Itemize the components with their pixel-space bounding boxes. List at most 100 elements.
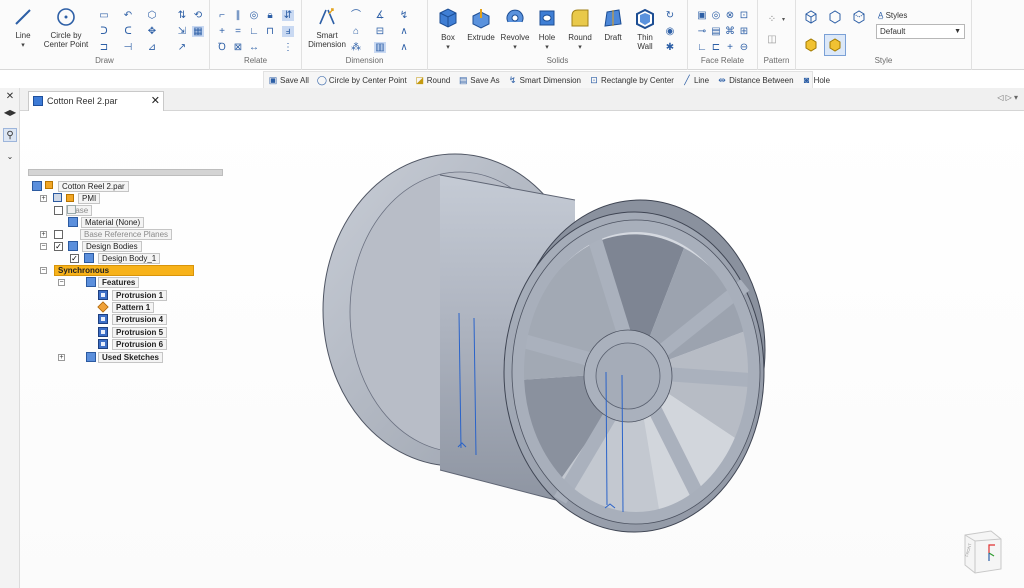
- qat-save-as[interactable]: ▤ Save As: [454, 75, 503, 85]
- cotton-reel-model[interactable]: [20, 111, 1024, 588]
- symmetric-diameter-icon[interactable]: ∧: [398, 26, 410, 37]
- dimension-grid-icon[interactable]: ▥: [374, 42, 386, 53]
- relate-toggle-icon[interactable]: ⇵: [282, 10, 294, 21]
- view-shaded-icon[interactable]: [804, 10, 818, 24]
- design-bodies-checkbox[interactable]: ✓: [54, 242, 63, 251]
- tree-node-material[interactable]: Material (None): [68, 217, 145, 228]
- concentric-icon[interactable]: ◎: [248, 10, 260, 21]
- pattern-icon[interactable]: ⁘: [766, 14, 778, 25]
- solids-more-2-icon[interactable]: ◉: [664, 26, 676, 37]
- project-icon[interactable]: ↗: [176, 42, 188, 53]
- solids-more-3-icon[interactable]: ✱: [664, 42, 676, 53]
- view-hidden-icon[interactable]: [852, 10, 866, 24]
- fill-icon[interactable]: ⬡: [146, 10, 158, 21]
- close-icon[interactable]: ✕: [151, 92, 160, 110]
- qat-rectangle-by-center[interactable]: ⊡ Rectangle by Center: [585, 75, 678, 85]
- grid-icon[interactable]: ▦: [192, 26, 204, 37]
- tree-grip[interactable]: [28, 169, 223, 176]
- distance-between-icon[interactable]: ⌒: [350, 10, 362, 21]
- tree-node-synchronous[interactable]: − Synchronous: [40, 265, 194, 276]
- expand-icon[interactable]: +: [40, 231, 47, 238]
- face-relate-1-icon[interactable]: ▣: [696, 10, 708, 21]
- base-checkbox[interactable]: [54, 206, 63, 215]
- tab-scroll-arrows[interactable]: ◁ ▷ ▾: [997, 93, 1018, 102]
- smart-dimension-button[interactable]: Smart Dimension: [304, 6, 350, 49]
- collinear-icon[interactable]: ↔: [248, 42, 260, 53]
- arc-icon[interactable]: ↶: [122, 10, 134, 21]
- style-select[interactable]: Default ▼: [876, 24, 965, 39]
- mirror-icon[interactable]: ⊿: [146, 42, 158, 53]
- solids-more-1-icon[interactable]: ↻: [664, 10, 676, 21]
- tree-feature-item[interactable]: Protrusion 6: [98, 339, 168, 350]
- tree-node-pmi[interactable]: + PMI: [40, 193, 101, 204]
- symmetric-icon[interactable]: ⊠: [232, 42, 244, 53]
- qat-smart-dimension[interactable]: ↯ Smart Dimension: [504, 75, 585, 85]
- face-relate-9-icon[interactable]: ∟: [696, 42, 708, 53]
- dimension-chevron-icon[interactable]: ∧: [398, 42, 410, 53]
- tree-node-features[interactable]: − Features: [58, 277, 140, 288]
- chevron-down-icon[interactable]: ⌄: [3, 150, 17, 164]
- angle-icon[interactable]: ∡: [374, 10, 386, 21]
- rectangle-icon[interactable]: ▭: [98, 10, 110, 21]
- qat-line[interactable]: ╱ Line: [678, 75, 713, 85]
- horizontal-icon[interactable]: ⊓: [264, 26, 276, 37]
- coordinate-dimension-icon[interactable]: ⌂: [350, 26, 362, 37]
- view-wire-icon[interactable]: [828, 10, 842, 24]
- view-cube[interactable]: FRONT: [961, 527, 1005, 575]
- styles-button[interactable]: A̲ Styles: [878, 11, 907, 20]
- box-button[interactable]: Box ▾: [432, 6, 464, 52]
- tangent-icon[interactable]: Ꝺ: [216, 42, 228, 53]
- graphics-viewport[interactable]: FRONT: [20, 111, 1024, 588]
- tree-node-used-sketches[interactable]: + Used Sketches: [58, 352, 163, 363]
- dimension-axis-icon[interactable]: ⁂: [350, 42, 362, 53]
- scale-icon[interactable]: ⇲: [176, 26, 188, 37]
- angular-coordinate-icon[interactable]: ⊟: [374, 26, 386, 37]
- move-icon[interactable]: ⇅: [176, 10, 188, 21]
- tree-feature-item[interactable]: Protrusion 4: [98, 314, 168, 325]
- expand-icon[interactable]: +: [40, 195, 47, 202]
- tree-feature-item[interactable]: Pattern 1: [97, 301, 155, 313]
- face-relate-2-icon[interactable]: ◎: [710, 10, 722, 21]
- shaded-edges-icon[interactable]: [804, 38, 818, 52]
- extend-icon[interactable]: ⊣: [122, 42, 134, 53]
- face-relate-7-icon[interactable]: ⌘: [724, 26, 736, 37]
- tree-feature-item[interactable]: Protrusion 5: [98, 327, 168, 338]
- qat-hole[interactable]: ◙ Hole: [798, 75, 834, 85]
- parallel-icon[interactable]: ∥: [232, 10, 244, 21]
- qat-distance-between[interactable]: ⇹ Distance Between: [713, 75, 797, 85]
- tree-node-design-bodies[interactable]: − ✓ Design Bodies: [40, 241, 142, 252]
- face-relate-10-icon[interactable]: ⊏: [710, 42, 722, 53]
- tree-node-design-body-1[interactable]: ✓ Design Body_1: [68, 253, 161, 264]
- circle-by-center-button[interactable]: Circle by Center Point: [38, 6, 94, 49]
- extrude-button[interactable]: Extrude: [464, 6, 498, 42]
- tree-node-base[interactable]: Base: [54, 205, 93, 216]
- curve-icon[interactable]: ᑕ: [122, 26, 134, 37]
- perpendicular-icon[interactable]: ⌐: [216, 10, 228, 21]
- qat-round[interactable]: ◪ Round: [411, 75, 455, 85]
- tree-feature-item[interactable]: Protrusion 1: [98, 290, 168, 301]
- offset-icon[interactable]: ✥: [146, 26, 158, 37]
- face-relate-6-icon[interactable]: ▤: [710, 26, 722, 37]
- face-relate-12-icon[interactable]: ⊖: [738, 42, 750, 53]
- lock-icon[interactable]: 🔒︎: [264, 10, 276, 21]
- document-tab[interactable]: Cotton Reel 2.par ✕: [28, 91, 164, 111]
- connect-icon[interactable]: +: [216, 26, 228, 37]
- collapse-icon[interactable]: −: [40, 243, 47, 250]
- collapse-icon[interactable]: −: [58, 279, 65, 286]
- expand-icon[interactable]: +: [58, 354, 65, 361]
- face-relate-8-icon[interactable]: ⊞: [738, 26, 750, 37]
- design-body-1-checkbox[interactable]: ✓: [70, 254, 79, 263]
- vertical-icon[interactable]: ⅎ: [282, 26, 294, 37]
- corner-icon[interactable]: ∟: [248, 26, 260, 37]
- rotate-icon[interactable]: ⟲: [192, 10, 204, 21]
- spline-icon[interactable]: ᑐ: [98, 26, 110, 37]
- search-icon[interactable]: ⚲: [3, 128, 17, 142]
- line-button[interactable]: Line ▾: [8, 6, 38, 50]
- trim-icon[interactable]: ⊐: [98, 42, 110, 53]
- face-relate-11-icon[interactable]: +: [724, 42, 736, 53]
- pager-icon[interactable]: ◀▶: [3, 106, 17, 120]
- face-relate-3-icon[interactable]: ⊗: [724, 10, 736, 21]
- face-relate-4-icon[interactable]: ⊡: [738, 10, 750, 21]
- round-button[interactable]: Round ▾: [564, 6, 596, 52]
- qat-circle-by-center[interactable]: ◯ Circle by Center Point: [313, 75, 411, 85]
